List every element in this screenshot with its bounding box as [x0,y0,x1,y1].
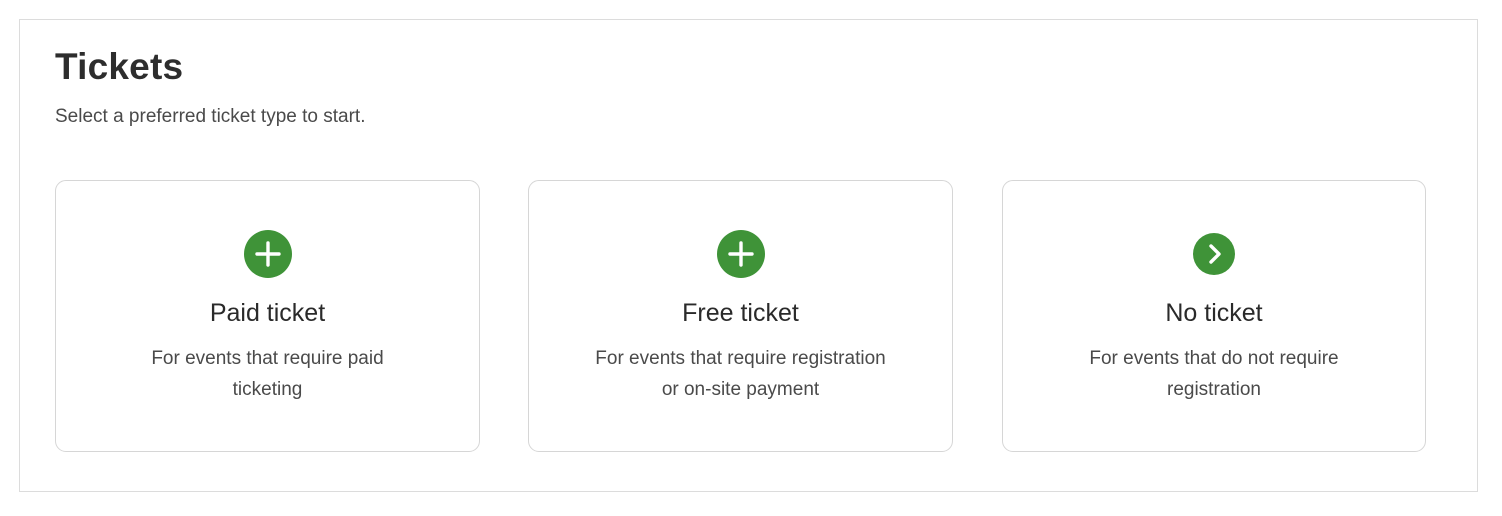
plus-circle-icon [716,230,765,278]
card-description: For events that require paid ticketing [151,348,384,400]
card-title: Paid ticket [209,299,326,327]
no-ticket-card[interactable]: No ticket For events that do not require… [1002,180,1426,452]
plus-circle-icon [243,230,292,278]
card-title: No ticket [1165,299,1263,327]
chevron-right-circle-icon [1193,233,1235,275]
page-subtitle: Select a preferred ticket type to start. [55,106,366,127]
paid-ticket-card[interactable]: Paid ticket For events that require paid… [55,180,480,452]
card-description: For events that do not require registrat… [1089,348,1339,400]
card-description: For events that require registration or … [595,348,886,400]
free-ticket-card[interactable]: Free ticket For events that require regi… [528,180,953,452]
page-title: Tickets [55,46,184,87]
card-title: Free ticket [682,299,799,327]
tickets-panel: Tickets Select a preferred ticket type t… [19,19,1478,492]
